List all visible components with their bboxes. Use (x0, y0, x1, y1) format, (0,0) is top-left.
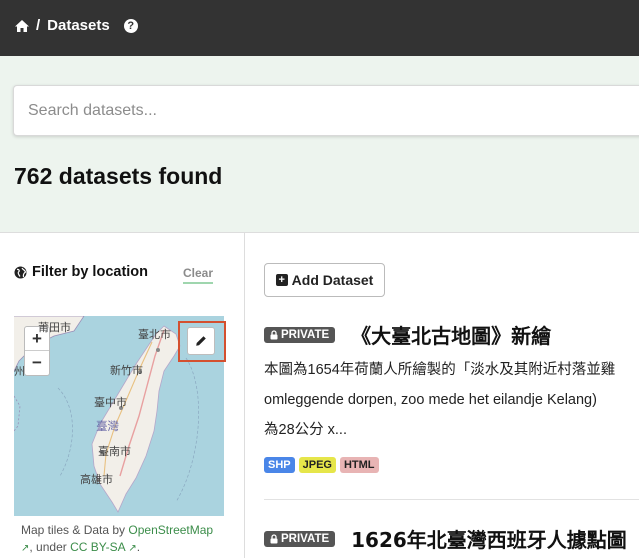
filter-title-text: Filter by location (32, 264, 149, 280)
lock-icon (270, 329, 278, 339)
breadcrumb-datasets[interactable]: Datasets (47, 17, 110, 34)
breadcrumb-separator: / (36, 17, 41, 34)
private-badge: PRIVATE (264, 530, 336, 547)
map-attribution: Map tiles & Data by OpenStreetMap ↗, und… (21, 523, 214, 554)
dataset-description: 本圖為1654年荷蘭人所繪製的「淡水及其附近村落並雞 omleggende do… (264, 362, 616, 438)
edit-map-button[interactable] (187, 327, 215, 355)
search-input[interactable] (13, 85, 639, 136)
format-tag-shp[interactable]: SHP (264, 457, 295, 473)
dataset-separator (264, 499, 639, 500)
lock-icon (270, 533, 278, 543)
breadcrumb: / Datasets ? (14, 17, 138, 34)
map-label: 臺南市 (98, 446, 131, 458)
plus-square-icon: + (275, 274, 288, 286)
format-tags: SHP JPEG HTML (264, 457, 383, 473)
zoom-out-button[interactable]: − (25, 351, 49, 375)
openstreetmap-link[interactable]: OpenStreetMap (128, 523, 213, 537)
home-icon[interactable] (14, 19, 30, 33)
results-count: 762 datasets found (14, 163, 223, 189)
cc-by-sa-link[interactable]: CC BY-SA (70, 540, 125, 554)
map-label: 新竹市 (110, 365, 143, 377)
external-link-icon: ↗ (128, 543, 137, 554)
section-divider (0, 232, 639, 233)
filter-by-location-heading: Filter by location (14, 264, 148, 280)
dataset-title-row: PRIVATE 《大臺北古地圖》新繪 (264, 320, 551, 349)
pencil-icon (196, 336, 206, 346)
dataset-title[interactable]: 《大臺北古地圖》新繪 (351, 320, 551, 349)
globe-icon (14, 266, 27, 278)
search-hero (0, 56, 639, 232)
map-label: 莆田市 (38, 322, 71, 334)
map-label: 高雄市 (80, 474, 113, 486)
dataset-title-row: PRIVATE 1626年北臺灣西班牙人據點圖 (264, 524, 627, 553)
private-badge: PRIVATE (264, 326, 336, 343)
format-tag-jpeg[interactable]: JPEG (298, 457, 336, 473)
map-label: 臺中市 (94, 397, 127, 409)
clear-filter-link[interactable]: Clear (183, 266, 214, 284)
format-tag-html[interactable]: HTML (339, 457, 379, 473)
map-label: 臺灣 (96, 421, 119, 433)
map-label: 臺北市 (138, 329, 171, 341)
top-navbar: / Datasets ? (0, 0, 639, 56)
map-label: 州 (14, 366, 25, 378)
help-icon[interactable]: ? (123, 18, 138, 33)
column-divider (244, 233, 245, 558)
dataset-title[interactable]: 1626年北臺灣西班牙人據點圖 (351, 524, 627, 553)
add-dataset-button[interactable]: + Add Dataset (264, 263, 385, 297)
